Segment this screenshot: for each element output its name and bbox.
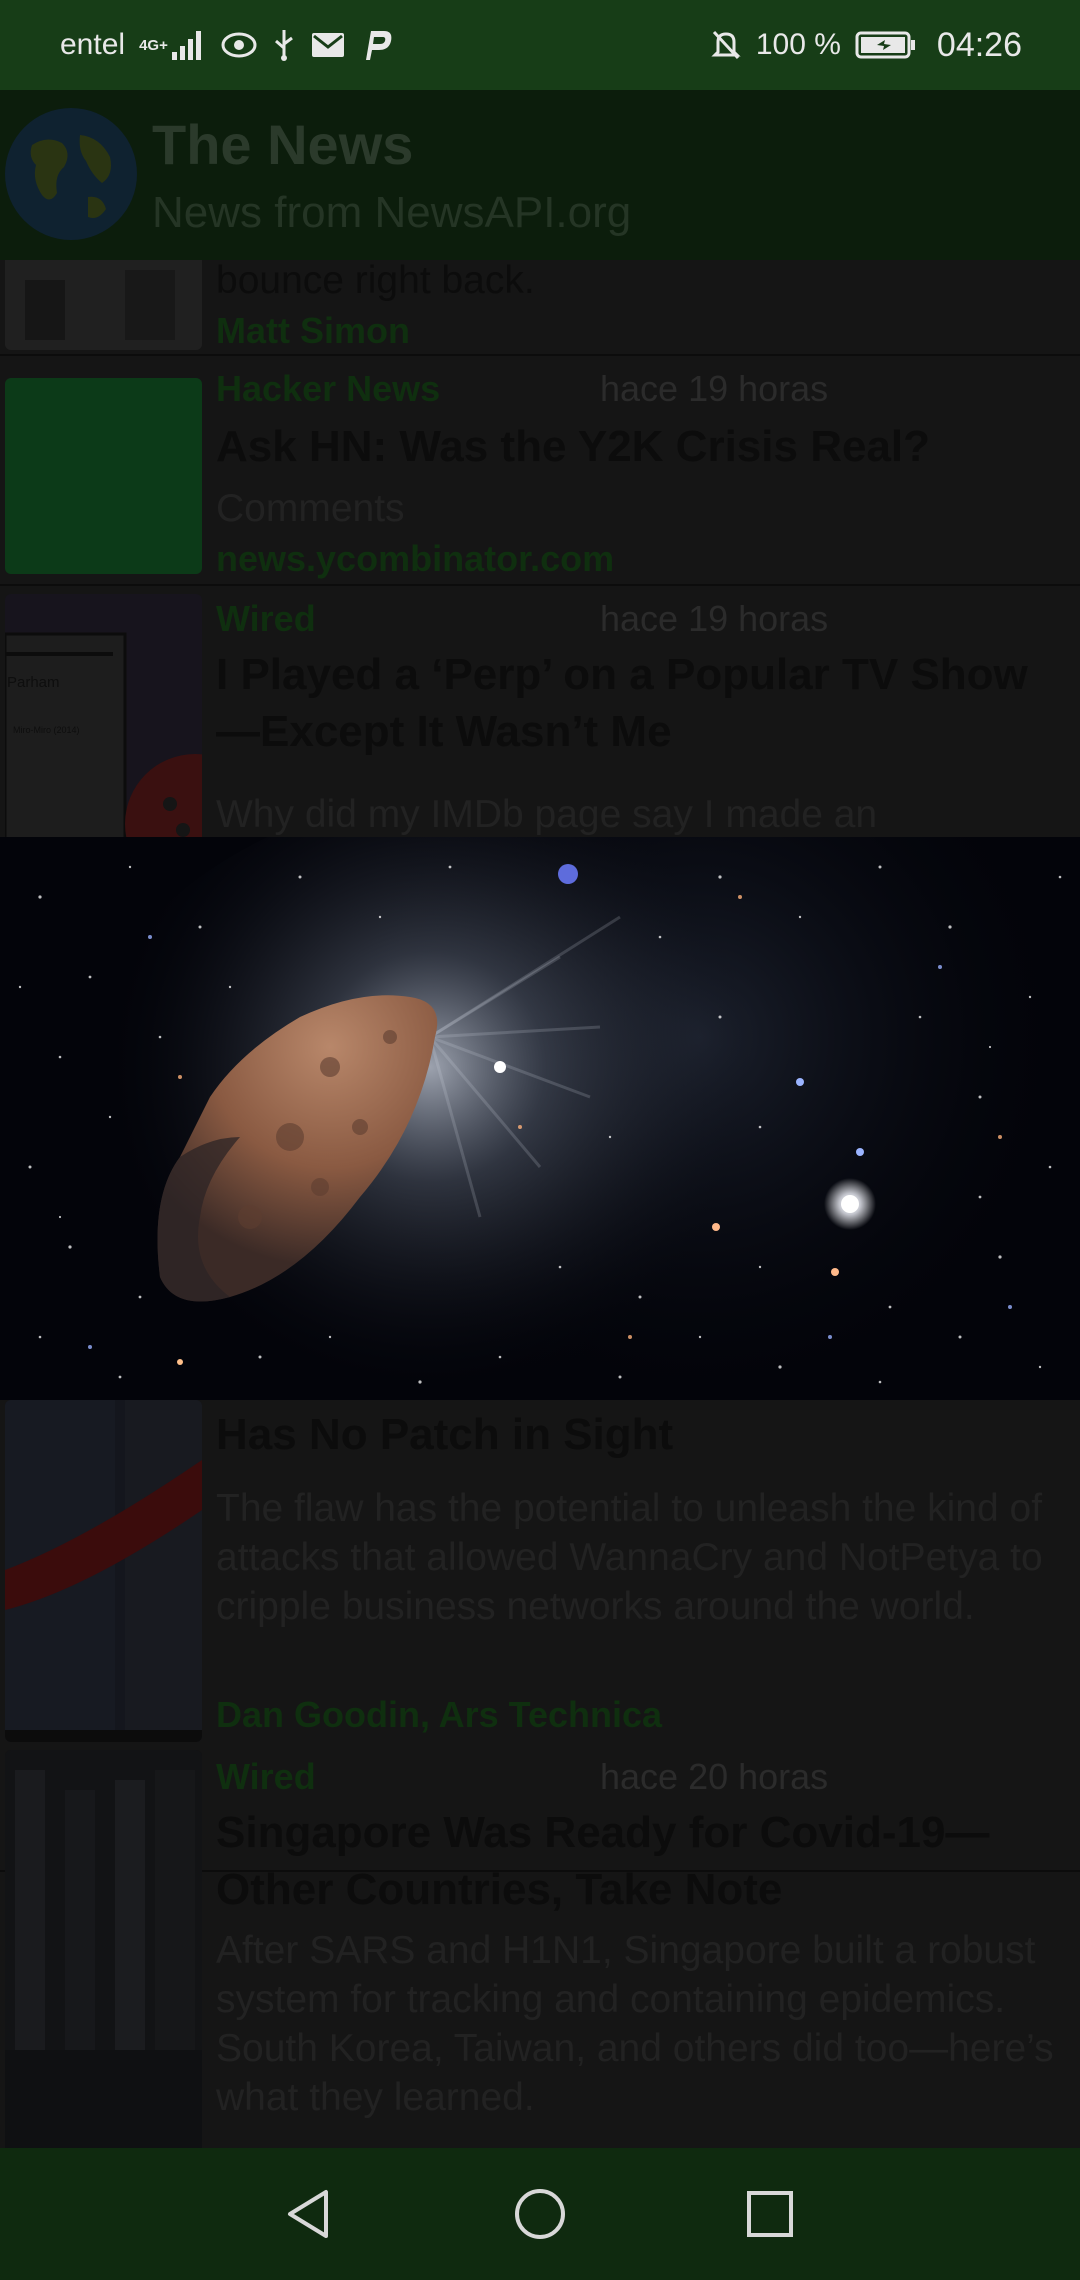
navigation-bar (0, 2148, 1080, 2280)
mute-icon (710, 28, 742, 62)
parking-icon (360, 28, 396, 62)
article-author: Matt Simon (216, 310, 410, 351)
article-time: hace 19 horas (600, 368, 829, 409)
article-thumbnail: Parham Miro-Miro (2014) (5, 594, 202, 854)
article-source: Wired (216, 598, 316, 639)
article-time: hace 19 horas (600, 598, 829, 639)
clock: 04:26 (936, 25, 1022, 64)
article-author: Dan Goodin, Ars Technica (216, 1694, 663, 1735)
article-author: news.ycombinator.com (216, 538, 615, 579)
article-title: I Played a ‘Perp’ on a Popular TV Show—E… (216, 650, 1028, 756)
article-item[interactable]: Parham Miro-Miro (2014) Wired hace 19 ho… (0, 586, 1080, 854)
home-icon[interactable] (495, 2169, 585, 2259)
globe-icon (5, 108, 137, 240)
article-description: The flaw has the potential to unleash th… (216, 1487, 1043, 1628)
recents-icon[interactable] (725, 2169, 815, 2259)
thumbnail-name: Parham (7, 674, 60, 691)
gmail-icon (310, 30, 346, 60)
article-thumbnail (5, 1750, 202, 2148)
article-time: hace 20 horas (600, 1756, 829, 1797)
article-title: Has No Patch in Sight (216, 1410, 674, 1459)
article-title: bounce right back. (216, 260, 535, 302)
article-thumbnail (5, 1400, 202, 1742)
article-title: Ask HN: Was the Y2K Crisis Real? (216, 422, 931, 471)
article-item[interactable]: Hacker News hace 19 horas Ask HN: Was th… (0, 356, 1080, 586)
carrier-label: entel (60, 28, 126, 61)
image-preview[interactable] (0, 837, 1080, 1400)
app-bar: The News News from NewsAPI.org (0, 90, 1080, 260)
app-subtitle: News from NewsAPI.org (152, 188, 632, 237)
article-thumbnail (5, 260, 202, 350)
article-description: Why did my IMDb page say I made an (216, 793, 878, 836)
article-source: Hacker News (216, 368, 441, 409)
status-right: 100 % 04:26 (710, 26, 1022, 65)
battery-charging-icon (855, 30, 917, 60)
article-description: After SARS and H1N1, Singapore built a r… (216, 1929, 1054, 2119)
article-title: Singapore Was Ready for Covid-19—Other C… (216, 1808, 990, 1914)
eye-icon (220, 30, 258, 60)
battery-percent: 100 % (755, 28, 841, 61)
article-description: Comments (216, 487, 405, 530)
article-item[interactable]: Wired hace 20 horas Singapore Was Ready … (0, 1750, 1080, 2148)
asteroid-space-image (0, 837, 1080, 1400)
app-title: The News (152, 113, 414, 176)
back-icon[interactable] (265, 2169, 355, 2259)
article-thumbnail (5, 378, 202, 574)
usb-icon (272, 28, 296, 62)
status-bar: entel 4G+ 100 % 04:26 (0, 0, 1080, 90)
article-source: Wired (216, 1756, 316, 1797)
network-type: 4G+ (139, 36, 168, 54)
status-left: entel 4G+ (60, 28, 396, 62)
signal-icon: 4G+ (139, 28, 206, 62)
article-item[interactable]: bounce right back. Matt Simon (0, 260, 1080, 356)
thumbnail-credit: Miro-Miro (2014) (13, 725, 80, 735)
